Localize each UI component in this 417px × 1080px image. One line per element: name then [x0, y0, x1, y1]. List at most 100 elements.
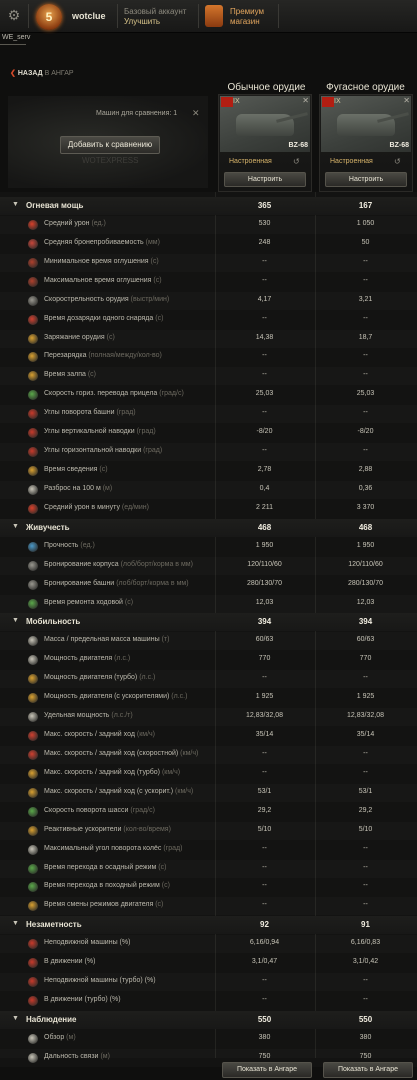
- stat-label: Мощность двигателя (турбо) (л.с.): [44, 674, 155, 681]
- stat-value-col2: -8/20: [357, 428, 374, 436]
- nation-flag-icon: [221, 97, 233, 107]
- premium-shop-label[interactable]: Премиум: [230, 7, 264, 16]
- stat-value-col2: 12,03: [356, 598, 375, 606]
- add-to-comparison-button[interactable]: Добавить к сравнению: [60, 136, 160, 154]
- config-label: Настроенная: [229, 158, 272, 165]
- stat-value-col2: 1 050: [356, 219, 375, 227]
- stat-value-col1: --: [262, 977, 267, 985]
- stat-label: В движении (турбо) (%): [44, 996, 121, 1003]
- collapse-caret-icon[interactable]: ▼: [12, 201, 19, 208]
- stat-icon: [28, 447, 38, 458]
- stat-unit: (град/с): [130, 806, 155, 814]
- stat-value-col1: --: [262, 352, 267, 360]
- section-label: Живучесть: [26, 523, 70, 532]
- stat-label: Неподвижной машины (%): [44, 939, 130, 946]
- configure-button[interactable]: Настроить: [325, 172, 407, 187]
- stat-value-col1: 380: [258, 1033, 271, 1041]
- divider: [117, 4, 118, 28]
- stat-label: В движении (%): [44, 958, 95, 965]
- stat-row: Прочность (ед.) 1 950 1 950: [0, 538, 417, 556]
- reset-config-icon[interactable]: ↺: [394, 157, 401, 166]
- section-header-row[interactable]: ▼ Мобильность 394 394: [0, 613, 417, 632]
- stat-value-col2: 3,1/0,42: [352, 958, 379, 966]
- stat-label-text: Углы вертикальной наводки: [44, 428, 135, 436]
- stat-label: Неподвижной машины (турбо) (%): [44, 977, 156, 984]
- back-to-hangar-link[interactable]: ❮ НАЗАД В АНГАР: [10, 69, 74, 77]
- section-header-row[interactable]: ▼ Огневая мощь 365 167: [0, 197, 417, 215]
- stat-label-text: Удельная мощность: [44, 712, 110, 720]
- stat-row: Заряжание орудия (с) 14,38 18,7: [0, 330, 417, 348]
- stat-value-col1: 2 211: [256, 503, 273, 511]
- stat-row: Максимальный угол поворота колёс (град) -…: [0, 841, 417, 859]
- section-header-row[interactable]: ▼ Незаметность 92 91: [0, 916, 417, 935]
- stat-icon: [28, 882, 38, 893]
- stat-value-col1: 14,38: [255, 333, 274, 341]
- section-header-row[interactable]: ▼ Живучесть 468 468: [0, 518, 417, 537]
- stat-value-col1: 1 925: [255, 693, 274, 701]
- stat-value-col2: --: [363, 901, 368, 909]
- stat-icon: [28, 390, 38, 401]
- premium-shop-label-2[interactable]: магазин: [230, 17, 260, 26]
- stat-label: Мощность двигателя (л.с.): [44, 655, 130, 662]
- player-nickname[interactable]: wotclue: [72, 11, 106, 21]
- stat-value-col2: --: [363, 409, 368, 417]
- stat-label-text: В движении (турбо) (%): [44, 996, 121, 1004]
- stat-icon: [28, 428, 38, 439]
- stat-icon: [28, 863, 38, 874]
- stat-label-text: В движении (%): [44, 958, 96, 966]
- stat-label-text: Заряжание орудия: [44, 333, 105, 341]
- configure-button[interactable]: Настроить: [224, 172, 306, 187]
- stat-value-col2: 6,16/0,83: [350, 939, 381, 947]
- stat-row: Время смены режимов двигателя (с) -- --: [0, 897, 417, 915]
- stat-label-text: Углы горизонтальной наводки: [44, 447, 142, 455]
- collapse-caret-icon[interactable]: ▼: [12, 617, 19, 624]
- account-type-label: Базовый аккаунт: [124, 7, 187, 16]
- stat-unit: (ед/мин): [121, 503, 149, 511]
- stat-icon: [28, 844, 38, 855]
- stat-value-col2: 53/1: [358, 787, 373, 795]
- account-emblem-icon[interactable]: 5: [36, 4, 62, 30]
- stat-value-col1: --: [262, 749, 267, 757]
- stat-value-col1: --: [262, 276, 267, 284]
- stat-label: Средняя бронепробиваемость (мм): [44, 239, 160, 246]
- stat-label-text: Скорость гориз. перевода прицела: [44, 390, 158, 398]
- server-underline: [0, 44, 26, 45]
- stat-value-col1: --: [262, 844, 267, 852]
- reset-config-icon[interactable]: ↺: [293, 157, 300, 166]
- show-in-hangar-button-1[interactable]: Показать в Ангаре: [222, 1062, 312, 1078]
- stat-row: В движении (%) 3,1/0,47 3,1/0,42: [0, 954, 417, 972]
- stat-icon: [28, 749, 38, 760]
- stat-value-col1: 750: [258, 1052, 271, 1060]
- stat-label-text: Время дозарядки одного снаряда: [44, 314, 154, 322]
- show-in-hangar-button-2[interactable]: Показать в Ангаре: [323, 1062, 413, 1078]
- close-icon[interactable]: ✕: [192, 108, 200, 119]
- section-header-row[interactable]: ▼ Наблюдение 550 550: [0, 1010, 417, 1029]
- collapse-caret-icon[interactable]: ▼: [12, 920, 19, 927]
- premium-shop-icon[interactable]: [205, 5, 223, 27]
- stat-unit: (км/ч): [136, 731, 155, 739]
- tank-name: BZ-68: [288, 142, 308, 149]
- stat-value-col2: 35/14: [356, 731, 375, 739]
- stat-unit: (л.с.): [139, 674, 156, 682]
- tier-label: IX: [334, 98, 341, 105]
- stat-icon: [28, 693, 38, 704]
- collapse-caret-icon[interactable]: ▼: [12, 1015, 19, 1022]
- stat-value-col2: --: [363, 371, 368, 379]
- stat-label-text: Максимальное время оглушения: [44, 276, 152, 284]
- stat-unit: (м): [102, 484, 113, 492]
- remove-vehicle-close-icon[interactable]: ✕: [302, 96, 309, 105]
- stat-label: Время смены режимов двигателя (с): [44, 901, 163, 908]
- stat-row: Реактивные ускорители (кол-во/время) 5/10…: [0, 822, 417, 840]
- settings-gear-icon[interactable]: ⚙: [6, 7, 22, 23]
- stat-label-text: Средняя бронепробиваемость: [44, 238, 144, 246]
- remove-vehicle-close-icon[interactable]: ✕: [403, 96, 410, 105]
- stat-row: Макс. скорость / задний ход (с ускорит.)…: [0, 784, 417, 802]
- back-target-label: В АНГАР: [44, 70, 74, 77]
- stat-label-text: Огневая мощь: [26, 201, 84, 210]
- stat-value-col2: 468: [358, 522, 373, 532]
- upgrade-account-link[interactable]: Улучшить: [124, 17, 160, 26]
- stat-value-col1: 2,78: [257, 466, 272, 474]
- stat-value-col2: 550: [358, 1014, 373, 1024]
- server-name[interactable]: WE_serv: [2, 34, 30, 41]
- collapse-caret-icon[interactable]: ▼: [12, 523, 19, 530]
